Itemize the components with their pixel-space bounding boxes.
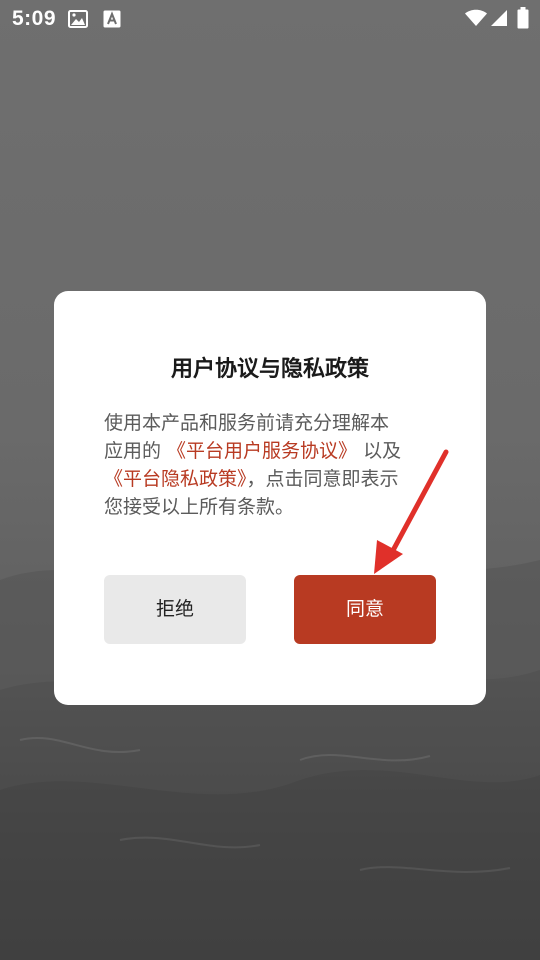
dialog-title: 用户协议与隐私政策 (170, 357, 369, 382)
screen: 5:09 用户协议与隐私政策 使用本产品和服务前请充分理解本 应用的 《平台用户… (0, 0, 540, 960)
status-bar: 5:09 (0, 0, 540, 40)
dialog-body-text: 以及 (357, 440, 402, 462)
dialog-body: 使用本产品和服务前请充分理解本 应用的 《平台用户服务协议》 以及 《平台隐私政… (104, 409, 434, 521)
dialog-body-text: 应用的 (104, 440, 168, 462)
dialog-body-line: 《平台隐私政策》，点击同意即表示 (104, 465, 434, 493)
privacy-policy-link[interactable]: 《平台隐私政策》 (104, 468, 247, 490)
dialog-body-text: ，点击同意即表示 (246, 468, 399, 490)
reject-button[interactable]: 拒绝 (104, 575, 246, 644)
service-agreement-link[interactable]: 《平台用户服务协议》 (167, 440, 357, 462)
battery-icon (517, 7, 529, 33)
status-time: 5:09 (12, 7, 57, 30)
font-notification-icon (103, 10, 121, 32)
image-notification-icon (68, 10, 88, 32)
agree-button[interactable]: 同意 (294, 575, 436, 644)
wifi-icon (464, 9, 488, 31)
dialog-body-line: 您接受以上所有条款。 (104, 496, 295, 518)
dialog-body-line: 应用的 《平台用户服务协议》 以及 (104, 437, 434, 465)
cell-signal-icon (490, 9, 508, 31)
privacy-dialog: 用户协议与隐私政策 使用本产品和服务前请充分理解本 应用的 《平台用户服务协议》… (54, 291, 486, 705)
dialog-body-line: 使用本产品和服务前请充分理解本 (104, 412, 390, 434)
